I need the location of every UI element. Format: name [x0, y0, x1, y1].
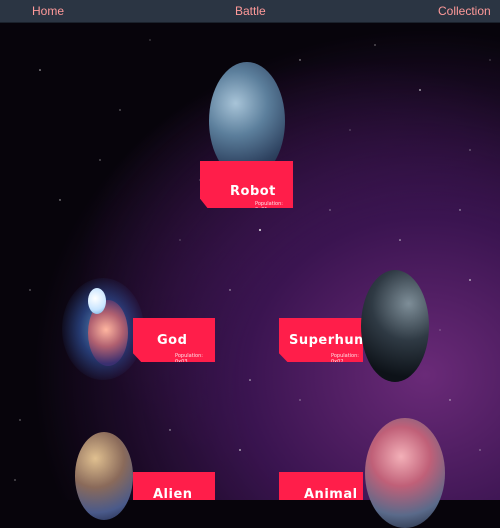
superhuman-planet-card[interactable]: Superhuman Population: 0x02 [279, 318, 363, 362]
robot-planet-name: Robot [230, 184, 276, 199]
robot-planet-card[interactable]: Robot Population: 0x01 [200, 161, 293, 208]
god-moon-image [88, 288, 106, 314]
nav-battle-link[interactable]: Battle [235, 4, 266, 18]
alien-planet-card[interactable]: Alien [133, 472, 215, 500]
animal-planet-card[interactable]: Animal [279, 472, 363, 502]
robot-planet-population: Population: 0x01 [255, 201, 283, 213]
god-planet-card[interactable]: God Population: 0x03 [133, 318, 215, 362]
superhuman-planet-image[interactable] [361, 270, 429, 382]
nav-collection-link[interactable]: Collection [438, 4, 491, 18]
superhuman-planet-population: Population: 0x02 [331, 353, 359, 365]
nav-home-link[interactable]: Home [32, 4, 64, 18]
god-planet-name: God [157, 333, 188, 348]
animal-planet-image[interactable] [365, 418, 445, 528]
top-nav-bar: Home Battle Collection [0, 0, 500, 23]
alien-planet-image[interactable] [75, 432, 133, 520]
god-planet-population: Population: 0x03 [175, 353, 203, 365]
